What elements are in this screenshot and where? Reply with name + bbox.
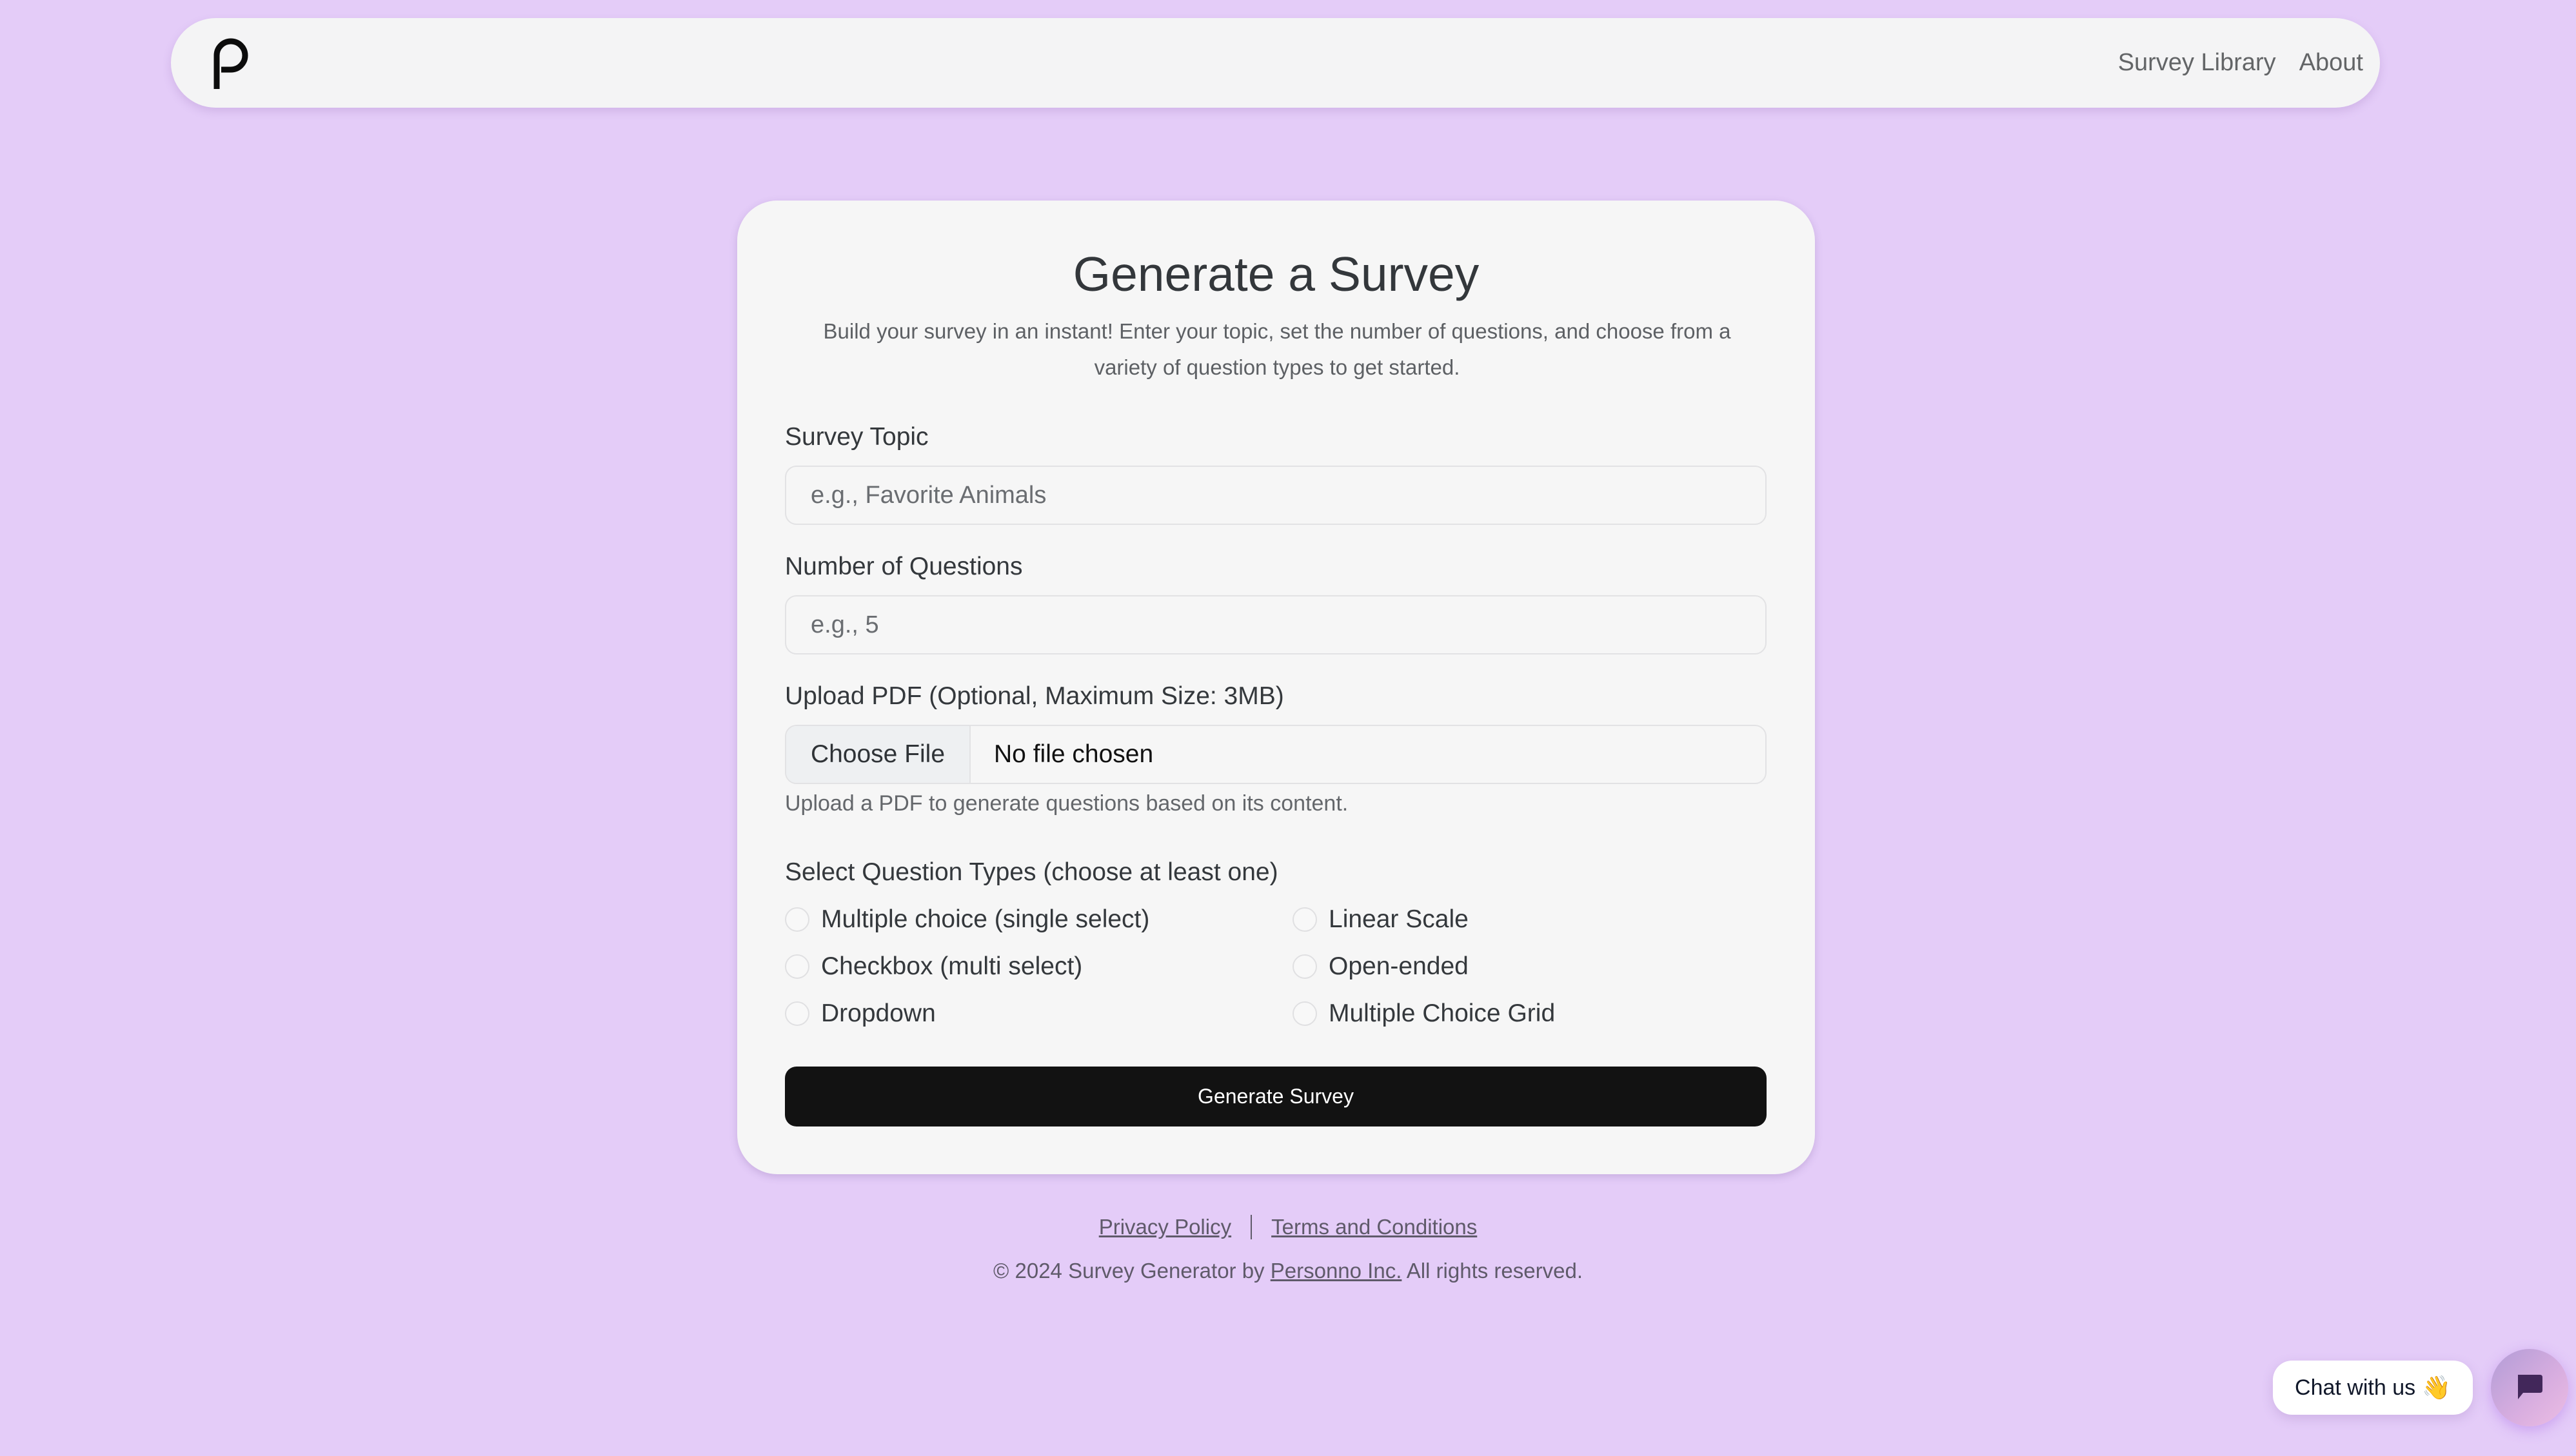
- number-of-questions-input[interactable]: [785, 595, 1767, 654]
- question-type-checkbox[interactable]: Checkbox (multi select): [785, 952, 1082, 981]
- question-type-open-ended[interactable]: Open-ended: [1293, 952, 1469, 981]
- company-link[interactable]: Personno Inc.: [1271, 1259, 1402, 1283]
- question-type-label: Checkbox (multi select): [821, 952, 1083, 980]
- survey-topic-input[interactable]: [785, 466, 1767, 525]
- nav-link-survey-library[interactable]: Survey Library: [2118, 49, 2276, 77]
- question-type-label: Multiple Choice Grid: [1329, 999, 1556, 1027]
- upload-pdf-label: Upload PDF (Optional, Maximum Size: 3MB): [785, 682, 1284, 710]
- choose-file-button[interactable]: Choose File: [786, 726, 971, 783]
- question-type-label: Multiple choice (single select): [821, 905, 1150, 933]
- copyright-prefix: © 2024 Survey Generator by: [993, 1259, 1265, 1283]
- question-type-label: Linear Scale: [1329, 905, 1469, 933]
- page-title: Generate a Survey: [1073, 247, 1480, 301]
- checkbox-circle[interactable]: [785, 1001, 809, 1026]
- checkbox-circle[interactable]: [785, 954, 809, 979]
- question-type-multiple-choice[interactable]: Multiple choice (single select): [785, 905, 1149, 934]
- privacy-policy-link[interactable]: Privacy Policy: [1099, 1215, 1231, 1239]
- waving-hand-icon: 👋: [2422, 1374, 2451, 1401]
- question-type-dropdown[interactable]: Dropdown: [785, 999, 936, 1028]
- terms-and-conditions-link[interactable]: Terms and Conditions: [1271, 1215, 1477, 1239]
- file-status: No file chosen: [994, 740, 1154, 768]
- generate-survey-button[interactable]: Generate Survey: [785, 1067, 1767, 1126]
- nav-links: Survey Library About: [2118, 0, 2363, 126]
- number-of-questions-label: Number of Questions: [785, 553, 1023, 580]
- question-type-linear-scale[interactable]: Linear Scale: [1293, 905, 1469, 934]
- survey-topic-label: Survey Topic: [785, 423, 929, 451]
- copyright-suffix: All rights reserved.: [1406, 1259, 1583, 1283]
- pdf-file-input[interactable]: Choose File No file chosen: [785, 725, 1767, 784]
- navbar: [171, 18, 2380, 108]
- question-type-label: Open-ended: [1329, 952, 1469, 980]
- nav-link-about[interactable]: About: [2299, 49, 2363, 77]
- chat-launcher-button[interactable]: [2491, 1349, 2568, 1426]
- question-types-label: Select Question Types (choose at least o…: [785, 858, 1278, 886]
- upload-hint: Upload a PDF to generate questions based…: [785, 791, 1349, 816]
- chat-with-us-bubble[interactable]: Chat with us 👋: [2273, 1361, 2473, 1415]
- checkbox-circle[interactable]: [1293, 907, 1317, 932]
- checkbox-circle[interactable]: [1293, 1001, 1317, 1026]
- question-type-label: Dropdown: [821, 999, 936, 1027]
- question-type-multiple-choice-grid[interactable]: Multiple Choice Grid: [1293, 999, 1555, 1028]
- page-subtitle: Build your survey in an instant! Enter y…: [823, 319, 1731, 379]
- chat-bubble-icon: [2515, 1372, 2544, 1404]
- checkbox-circle[interactable]: [1293, 954, 1317, 979]
- footer-divider: [1251, 1215, 1253, 1239]
- chat-bubble-label: Chat with us: [2295, 1375, 2416, 1400]
- copyright: © 2024 Survey Generator by Personno Inc.…: [0, 1259, 2576, 1283]
- footer-links: Privacy Policy Terms and Conditions: [0, 1215, 2576, 1239]
- logo-icon[interactable]: [212, 37, 250, 90]
- checkbox-circle[interactable]: [785, 907, 809, 932]
